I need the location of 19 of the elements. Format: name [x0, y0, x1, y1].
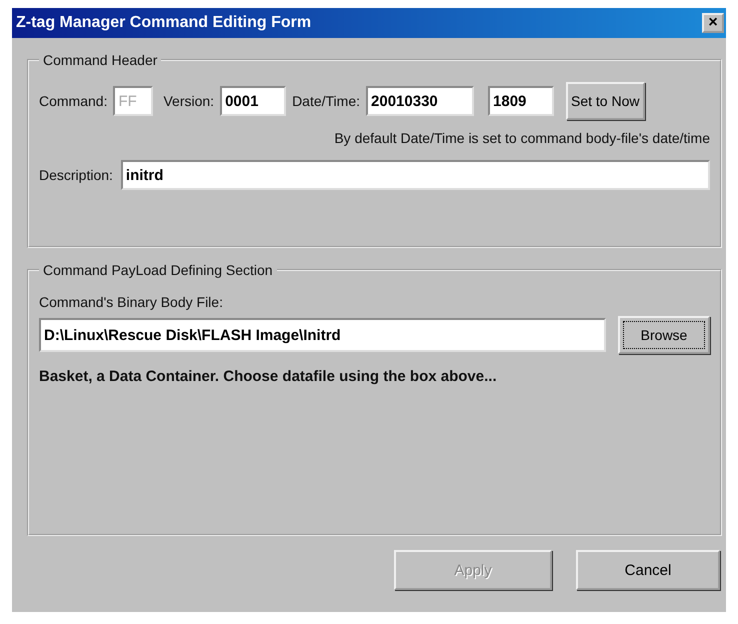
group-title: Command PayLoad Defining Section — [42, 262, 274, 278]
description-field[interactable]: initrd — [120, 160, 710, 190]
field-label: Version: — [163, 93, 214, 109]
time-field[interactable]: 1809 — [488, 86, 554, 116]
info-text: Basket, a Data Container. Choose datafile using the box above... — [39, 368, 498, 385]
file-path-field[interactable]: D:\Linux\Rescue Disk\FLASH Image\Initrd — [39, 318, 606, 352]
version-field[interactable]: 0001 — [220, 86, 286, 116]
dialog-button[interactable]: Cancel — [576, 550, 720, 590]
group-title: Command Header — [42, 52, 158, 68]
set-to-now-button[interactable]: Set to Now — [566, 82, 644, 120]
hint-text: By default Date/Time is set to command body-file's date/time — [333, 130, 710, 146]
field-label: Description: — [39, 167, 113, 183]
browse-button[interactable]: Browse — [618, 316, 710, 354]
field-label: Date/Time: — [292, 93, 360, 109]
field-label: Command's Binary Body File: — [39, 294, 224, 310]
field-label: Command: — [39, 93, 108, 109]
close-button[interactable]: × — [702, 13, 724, 33]
window-title: Z-tag Manager Command Editing Form — [16, 14, 312, 32]
date-field[interactable]: 20010330 — [366, 86, 474, 116]
